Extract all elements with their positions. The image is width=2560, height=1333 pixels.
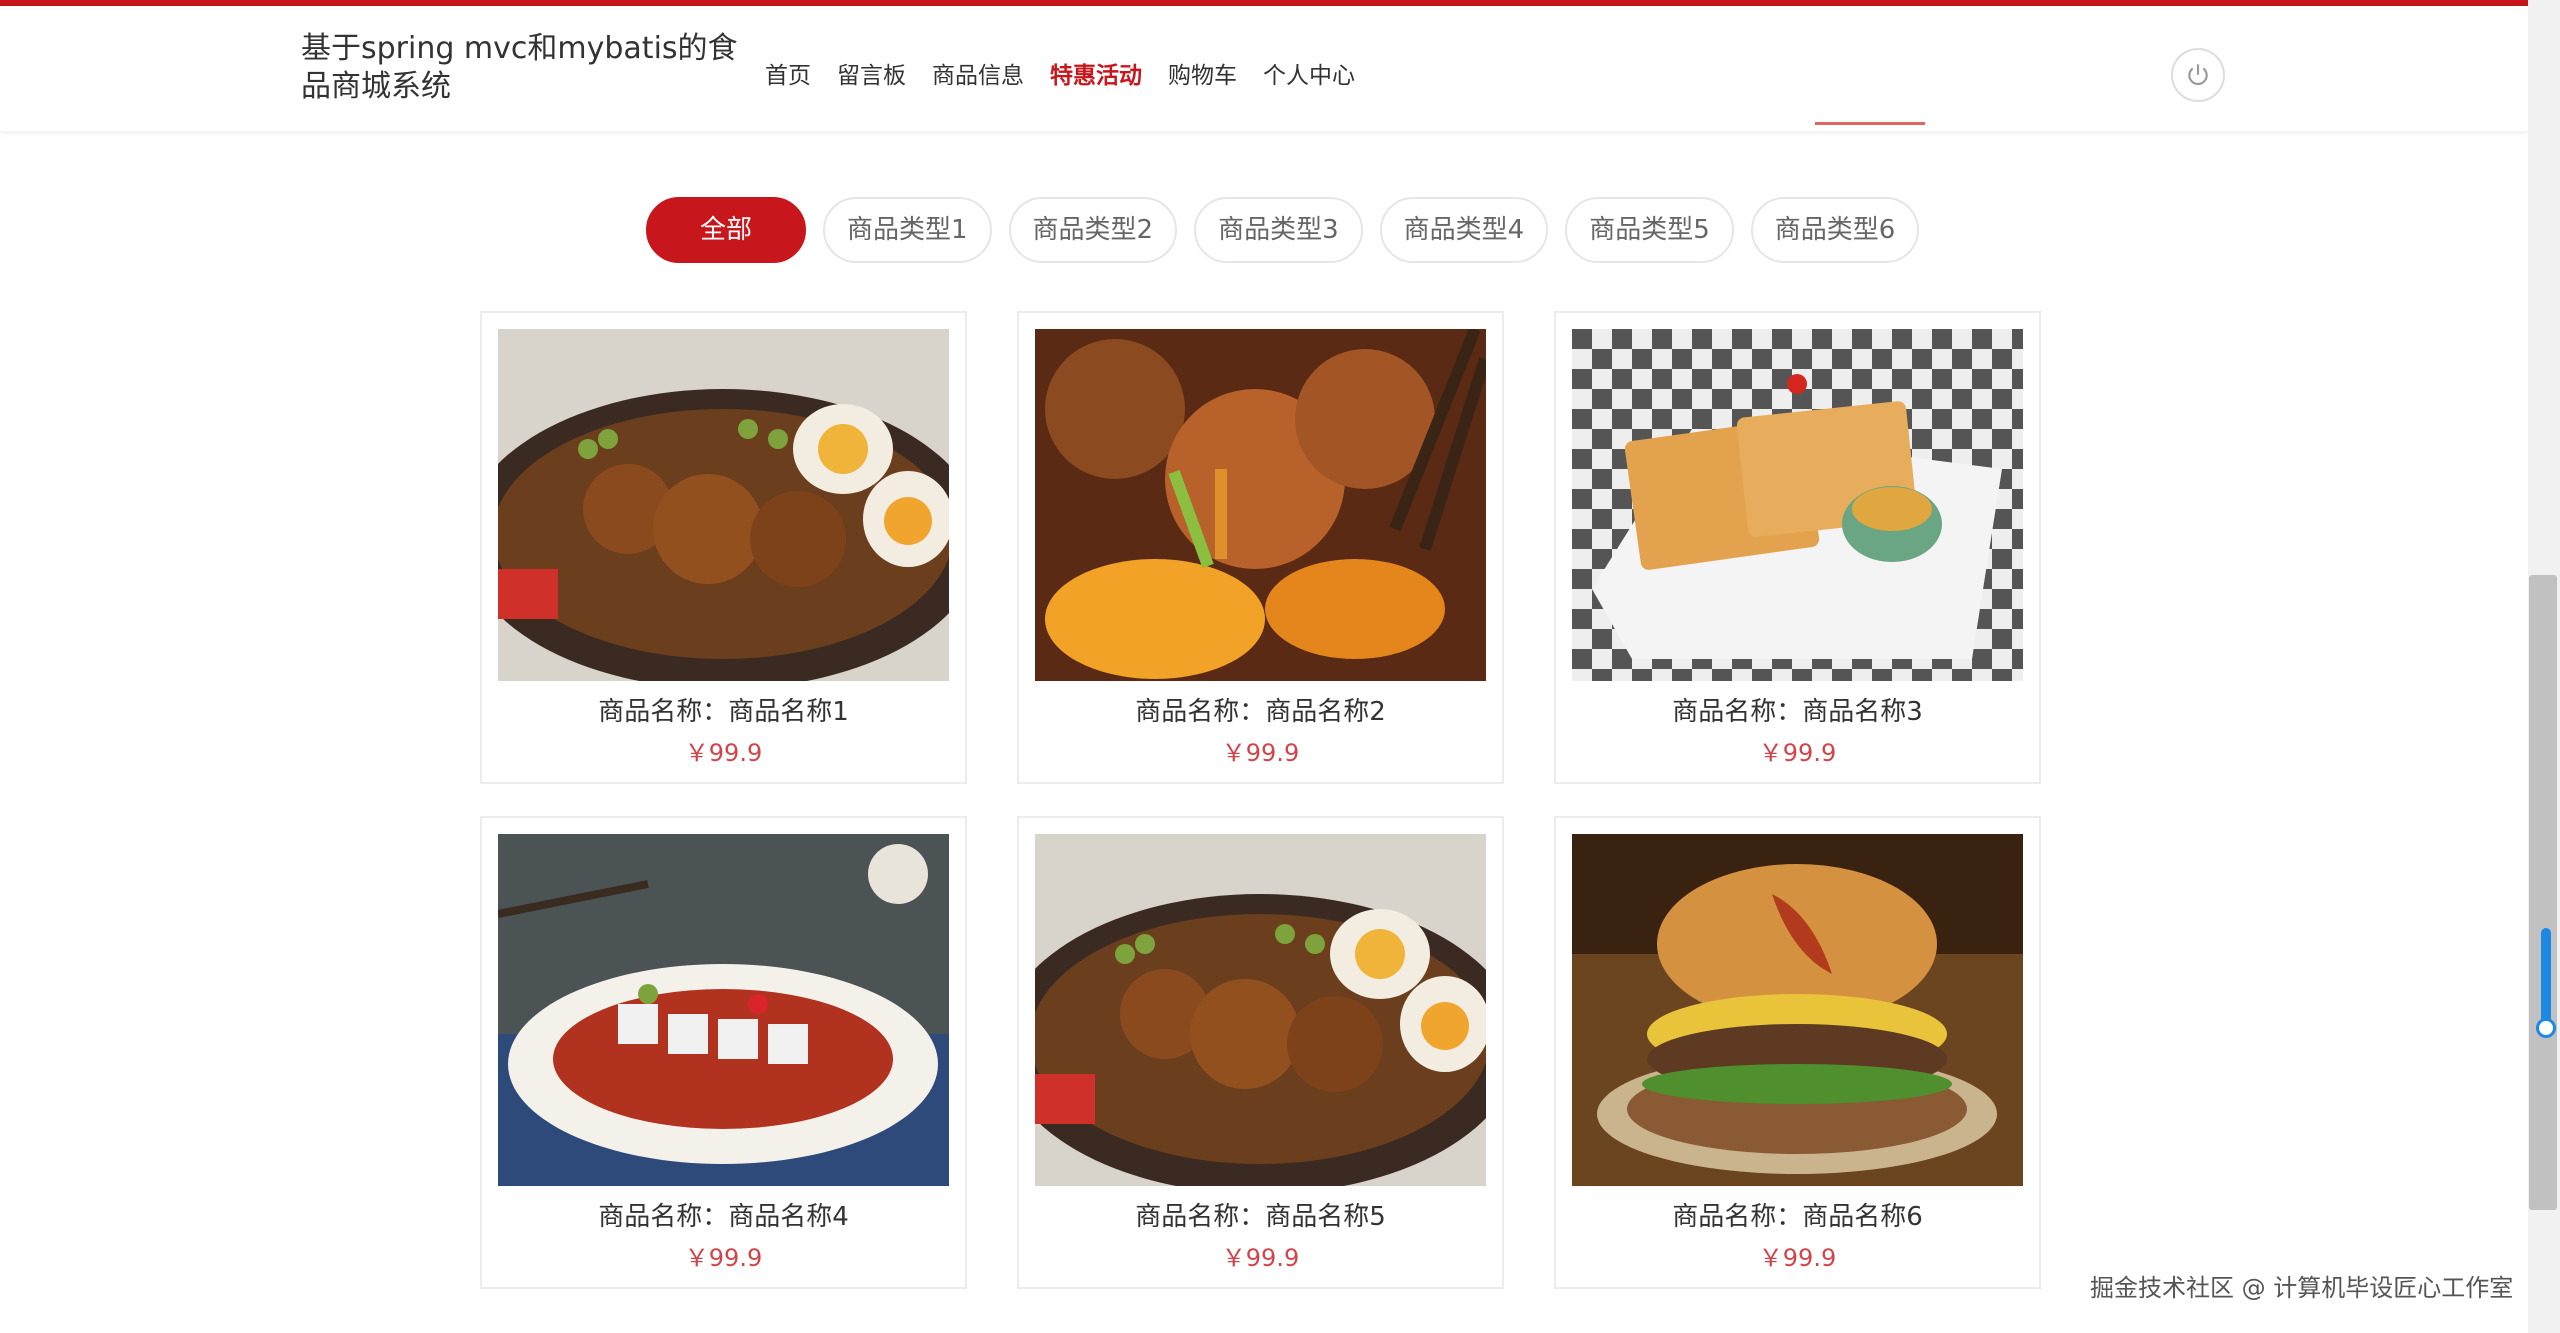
product-price: ￥99.9	[1758, 1244, 1837, 1272]
side-slider-handle[interactable]	[2536, 1018, 2556, 1038]
product-card[interactable]: 商品名称：商品名称6 ￥99.9	[1554, 816, 2041, 1289]
filter-type-2[interactable]: 商品类型2	[1008, 197, 1178, 263]
watermark-text: 掘金技术社区 @ 计算机毕设匠心工作室	[2090, 1274, 2514, 1302]
product-image[interactable]	[1572, 834, 2023, 1186]
product-card[interactable]: 商品名称：商品名称3 ￥99.9	[1554, 311, 2041, 784]
product-card[interactable]: 商品名称：商品名称5 ￥99.9	[1017, 816, 1504, 1289]
nav-item-products[interactable]: 商品信息	[932, 56, 1024, 96]
product-card[interactable]: 商品名称：商品名称2 ￥99.9	[1017, 311, 1504, 784]
nav-item-home[interactable]: 首页	[765, 56, 811, 96]
product-image[interactable]	[498, 329, 949, 681]
nav-item-cart[interactable]: 购物车	[1168, 56, 1237, 96]
product-image[interactable]	[1572, 329, 2023, 681]
product-name: 商品名称：商品名称5	[1135, 1202, 1386, 1232]
product-name: 商品名称：商品名称4	[598, 1202, 849, 1232]
product-price: ￥99.9	[684, 739, 763, 767]
power-icon	[2188, 64, 2208, 86]
product-card[interactable]: 商品名称：商品名称4 ￥99.9	[480, 816, 967, 1289]
main-nav: 首页 留言板 商品信息 特惠活动 购物车 个人中心	[765, 56, 1381, 96]
product-name: 商品名称：商品名称1	[598, 697, 849, 727]
filter-type-1[interactable]: 商品类型1	[823, 197, 992, 263]
nav-item-promotions[interactable]: 特惠活动	[1050, 56, 1142, 96]
site-title: 基于spring mvc和mybatis的食品商城系统	[301, 31, 738, 104]
product-name: 商品名称：商品名称2	[1135, 697, 1386, 727]
site-header: 基于spring mvc和mybatis的食品商城系统 首页 留言板 商品信息 …	[0, 6, 2528, 131]
category-filter-bar: 全部 商品类型1 商品类型2 商品类型3 商品类型4 商品类型5 商品类型6	[646, 197, 1920, 263]
nav-item-message-board[interactable]: 留言板	[837, 56, 906, 96]
filter-type-6[interactable]: 商品类型6	[1750, 197, 1920, 263]
product-price: ￥99.9	[1758, 739, 1837, 767]
filter-type-5[interactable]: 商品类型5	[1565, 197, 1734, 263]
logout-button[interactable]	[2171, 48, 2225, 102]
product-price: ￥99.9	[684, 1244, 763, 1272]
filter-type-3[interactable]: 商品类型3	[1194, 197, 1363, 263]
product-image[interactable]	[1035, 329, 1486, 681]
filter-type-4[interactable]: 商品类型4	[1379, 197, 1549, 263]
product-price: ￥99.9	[1221, 739, 1300, 767]
scrollbar-thumb[interactable]	[2529, 575, 2557, 1210]
product-name: 商品名称：商品名称6	[1672, 1202, 1923, 1232]
side-slider-track[interactable]	[2541, 928, 2551, 1028]
product-name: 商品名称：商品名称3	[1672, 697, 1923, 727]
product-card[interactable]: 商品名称：商品名称1 ￥99.9	[480, 311, 967, 784]
filter-all[interactable]: 全部	[646, 197, 806, 263]
product-price: ￥99.9	[1221, 1244, 1300, 1272]
product-image[interactable]	[498, 834, 949, 1186]
product-image[interactable]	[1035, 834, 1486, 1186]
nav-active-indicator	[1815, 122, 1925, 125]
nav-item-profile[interactable]: 个人中心	[1263, 56, 1355, 96]
